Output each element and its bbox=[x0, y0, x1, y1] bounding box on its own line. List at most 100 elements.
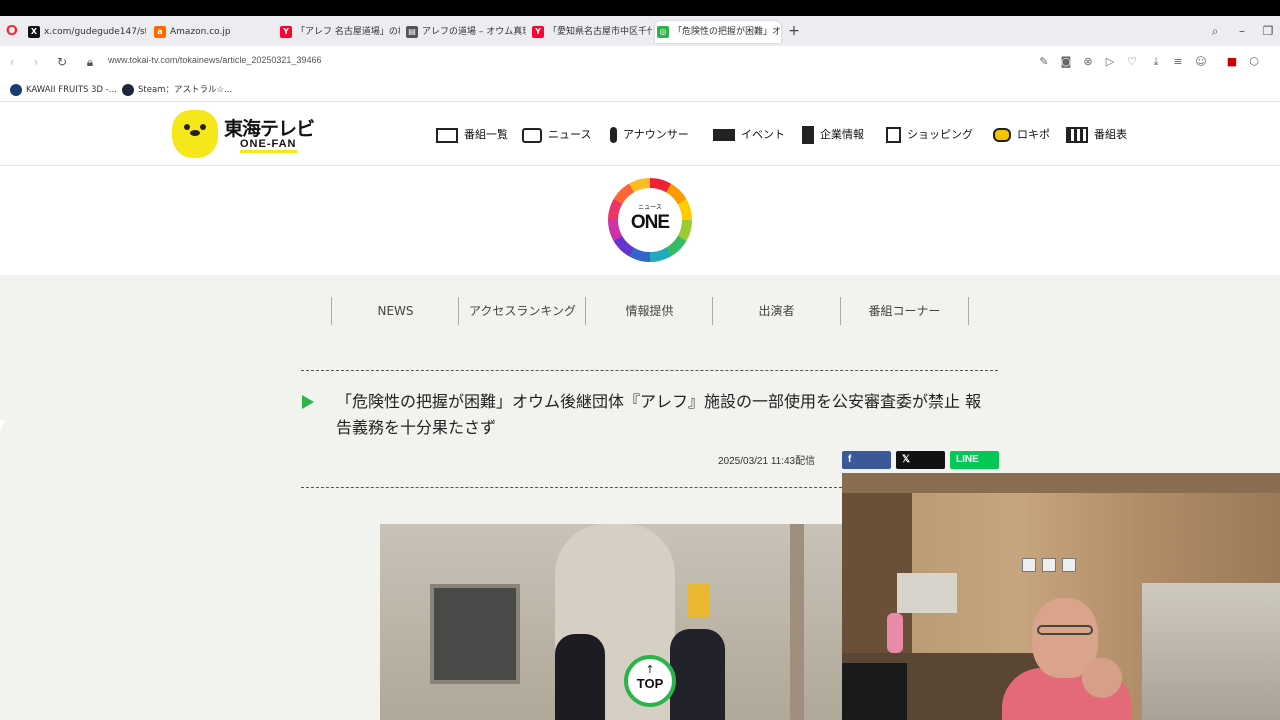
play-icon[interactable]: ▷ bbox=[1102, 54, 1118, 70]
mascot-nose bbox=[190, 130, 200, 136]
facebook-share-button[interactable]: f bbox=[842, 451, 891, 469]
new-tab-plus-icon[interactable]: + bbox=[786, 23, 802, 39]
photo-pipe bbox=[790, 524, 804, 720]
tab-label: x.com/gudegude147/stat... bbox=[44, 27, 146, 37]
play-triangle-icon bbox=[302, 395, 314, 409]
edit-icon[interactable]: ✎ bbox=[1036, 54, 1052, 70]
nav-events[interactable]: イベント bbox=[713, 126, 785, 144]
photo-person bbox=[670, 629, 725, 720]
mascot-logo-icon[interactable] bbox=[172, 110, 218, 158]
subnav-news[interactable]: NEWS bbox=[331, 297, 459, 325]
webcam-ceiling bbox=[842, 473, 1280, 493]
dashed-divider bbox=[301, 487, 842, 488]
ticket-icon bbox=[713, 129, 735, 141]
nav-announcers[interactable]: アナウンサー bbox=[610, 126, 689, 144]
tab-label: 「危険性の把握が困難」オウ bbox=[673, 27, 781, 37]
nav-shopping[interactable]: ショッピング bbox=[886, 126, 973, 144]
news-one-icon: ◎ bbox=[657, 26, 669, 38]
nav-label: イベント bbox=[741, 128, 785, 141]
line-share-button[interactable]: LINE bbox=[950, 451, 999, 469]
webcam-frame bbox=[1022, 558, 1036, 572]
webcam-frame bbox=[1042, 558, 1056, 572]
article-photo bbox=[380, 524, 842, 720]
mouse-cursor-icon bbox=[0, 420, 5, 432]
url-field[interactable]: www.tokai-tv.com/tokainews/article_20250… bbox=[108, 55, 321, 65]
extension-icon[interactable]: ■ bbox=[1224, 54, 1240, 70]
address-bar: ‹ › ↻ 🔒︎ www.tokai-tv.com/tokainews/arti… bbox=[0, 46, 1280, 78]
back-icon[interactable]: ‹ bbox=[4, 54, 20, 70]
photo-person bbox=[555, 634, 605, 720]
up-arrow-icon: ↑ bbox=[645, 663, 655, 676]
bookmark-label: KAWAII FRUITS 3D -... bbox=[26, 85, 117, 95]
news-one-small-label: ニュース bbox=[638, 204, 662, 211]
photo-notice-sign bbox=[688, 584, 710, 618]
webcam-person-glasses bbox=[1037, 625, 1093, 635]
news-one-logo[interactable]: ニュース ONE bbox=[608, 178, 692, 262]
nav-label: 企業情報 bbox=[820, 128, 864, 141]
webcam-paper-stack bbox=[1142, 583, 1280, 720]
tab-search[interactable]: Y 「アレフ 名古屋道場」の検索 bbox=[278, 21, 400, 43]
opera-logo-icon[interactable]: O bbox=[6, 23, 20, 39]
shopping-bag-icon bbox=[886, 127, 901, 143]
webcam-person-hand bbox=[1082, 658, 1122, 698]
camera-icon[interactable]: ◙ bbox=[1058, 54, 1074, 70]
tab-label: アレフの道場 – オウム真理教 bbox=[422, 27, 526, 37]
tab-aichi[interactable]: Y 「愛知県名古屋市中区千代 bbox=[530, 21, 652, 43]
reload-icon[interactable]: ↻ bbox=[54, 54, 70, 70]
mascot-eye bbox=[184, 124, 190, 130]
subnav-cast[interactable]: 出演者 bbox=[712, 297, 840, 325]
bookmark-favicon-icon bbox=[10, 84, 22, 96]
webcam-figure bbox=[887, 613, 903, 653]
nav-news[interactable]: ニュース bbox=[522, 126, 591, 144]
tab-aleph-dojo[interactable]: ▤ アレフの道場 – オウム真理教 bbox=[404, 21, 526, 43]
bookmark-kawaii-fruits[interactable]: KAWAII FRUITS 3D -... bbox=[10, 82, 117, 98]
x-icon: X bbox=[28, 26, 40, 38]
subnav-ranking[interactable]: アクセスランキング bbox=[458, 297, 586, 325]
news-one-inner: ニュース ONE bbox=[618, 188, 682, 252]
document-icon: ▤ bbox=[406, 26, 418, 38]
back-to-top-button[interactable]: ↑ TOP bbox=[624, 655, 676, 707]
yahoo-icon: Y bbox=[532, 26, 544, 38]
tab-label: Amazon.co.jp bbox=[170, 27, 231, 37]
tv-icon bbox=[436, 127, 458, 143]
download-icon[interactable]: ⤓ bbox=[1148, 54, 1164, 70]
shield-icon[interactable]: ⊗ bbox=[1080, 54, 1096, 70]
bookmarks-bar: KAWAII FRUITS 3D -... Steam：アストラル☆... bbox=[0, 78, 1280, 102]
cube-icon[interactable]: ⬡ bbox=[1246, 54, 1262, 70]
bookmark-steam[interactable]: Steam：アストラル☆... bbox=[122, 82, 232, 98]
nav-company[interactable]: 企業情報 bbox=[802, 126, 864, 144]
profile-icon[interactable]: ☺ bbox=[1193, 54, 1209, 70]
amazon-icon: a bbox=[154, 26, 166, 38]
subnav-corner[interactable]: 番組コーナー bbox=[840, 297, 968, 325]
restore-icon[interactable]: ❐ bbox=[1260, 23, 1276, 39]
mascot-eye bbox=[200, 124, 206, 130]
settings-sliders-icon[interactable]: ≡ bbox=[1170, 54, 1186, 70]
minimize-icon[interactable]: – bbox=[1234, 23, 1250, 39]
nav-schedule[interactable]: 番組表 bbox=[1066, 126, 1127, 144]
yahoo-icon: Y bbox=[280, 26, 292, 38]
search-tabs-icon[interactable]: ⌕ bbox=[1207, 23, 1223, 39]
forward-icon[interactable]: › bbox=[28, 54, 44, 70]
webcam-monitor bbox=[842, 663, 907, 720]
article-headline: 「危険性の把握が困難」オウム後継団体『アレフ』施設の一部使用を公安審査委が禁止 … bbox=[336, 392, 982, 437]
news-one-big-label: ONE bbox=[630, 212, 670, 233]
nav-label: ロキポ bbox=[1017, 128, 1050, 141]
site-logo-sub[interactable]: ONE-FAN bbox=[240, 138, 297, 153]
webcam-overlay bbox=[842, 473, 1280, 720]
nav-rokipo[interactable]: ロキポ bbox=[993, 126, 1050, 144]
nav-programs[interactable]: 番組一覧 bbox=[436, 126, 508, 144]
tab-amazon[interactable]: a Amazon.co.jp bbox=[152, 21, 272, 43]
nav-label: アナウンサー bbox=[623, 128, 689, 141]
article-date: 2025/03/21 11:43配信 bbox=[718, 456, 816, 467]
site-logo-title[interactable]: 東海テレビ bbox=[224, 114, 315, 141]
nav-label: 番組表 bbox=[1094, 128, 1127, 141]
heart-icon[interactable]: ♡ bbox=[1124, 54, 1140, 70]
nav-label: 番組一覧 bbox=[464, 128, 508, 141]
tab-active-article[interactable]: ◎ 「危険性の把握が困難」オウ bbox=[655, 21, 781, 43]
photo-window bbox=[430, 584, 520, 684]
tab-x[interactable]: X x.com/gudegude147/stat... bbox=[26, 21, 146, 43]
site-header: 東海テレビ ONE-FAN 番組一覧 ニュース アナウンサー イベント 企業情報… bbox=[0, 104, 1280, 166]
subnav-info[interactable]: 情報提供 bbox=[585, 297, 713, 325]
x-share-button[interactable]: 𝕏 bbox=[896, 451, 945, 469]
tab-label: 「愛知県名古屋市中区千代 bbox=[548, 27, 652, 37]
